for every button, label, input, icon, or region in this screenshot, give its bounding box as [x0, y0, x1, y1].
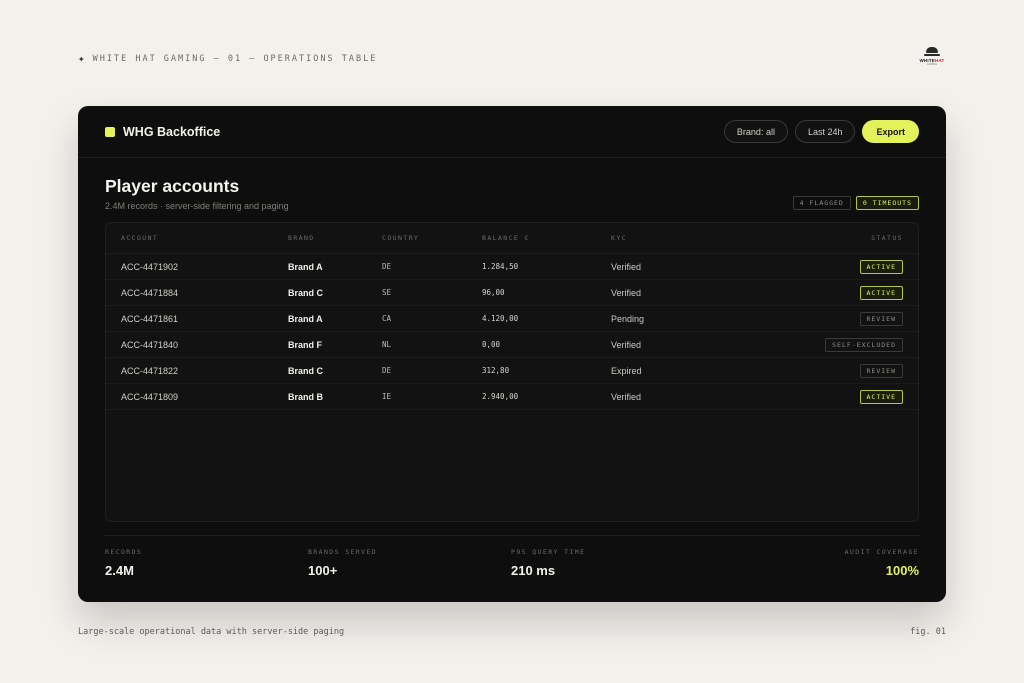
status-badge: ACTIVE	[859, 285, 903, 300]
export-button[interactable]: Export	[862, 120, 919, 143]
kyc-cell: Pending	[611, 313, 645, 324]
top-bar: WHG Backoffice Brand: all Last 24h Expor…	[78, 106, 946, 158]
column-header-status[interactable]: STATUS	[753, 234, 903, 242]
alert-badges: 4 FLAGGED 0 TIMEOUTS	[792, 196, 919, 210]
account-id: ACC-4471822	[121, 365, 179, 376]
brand-square-icon	[105, 126, 115, 137]
balance-cell: 96,00	[482, 288, 505, 297]
backoffice-window: WHG Backoffice Brand: all Last 24h Expor…	[78, 106, 946, 602]
page-title: Player accounts	[105, 176, 240, 196]
column-header-account[interactable]: ACCOUNT	[121, 234, 288, 242]
kyc-cell: Expired	[611, 365, 642, 376]
bottom-caption: Large-scale operational data with server…	[78, 627, 345, 637]
account-id: ACC-4471902	[121, 261, 179, 272]
country-cell: DE	[382, 262, 392, 271]
column-header-balance[interactable]: BALANCE €	[482, 234, 611, 242]
status-badge: ACTIVE	[859, 259, 903, 274]
brand-cell: Brand A	[288, 313, 323, 324]
kyc-cell: Verified	[611, 287, 642, 298]
table-row[interactable]: ACC-4471884 Brand C SE 96,00 Verified AC…	[106, 280, 918, 306]
top-caption-text: WHITE HAT GAMING — 01 — OPERATIONS TABLE	[92, 53, 378, 64]
table-header: ACCOUNT BRAND COUNTRY BALANCE € KYC STAT…	[106, 223, 918, 254]
table-row[interactable]: ACC-4471902 Brand A DE 1.284,50 Verified…	[106, 254, 918, 280]
kyc-cell: Verified	[611, 391, 642, 402]
app-title: WHG Backoffice	[123, 124, 221, 139]
stat-audit-coverage: AUDIT COVERAGE 100%	[844, 548, 919, 578]
status-badge: REVIEW	[859, 311, 903, 326]
sparkle-icon: ✦	[78, 52, 85, 65]
stat-records: RECORDS 2.4M	[105, 548, 143, 578]
country-cell: SE	[382, 288, 392, 297]
time-range-button[interactable]: Last 24h	[794, 120, 856, 143]
kyc-cell: Verified	[611, 339, 642, 350]
country-cell: DE	[382, 366, 392, 375]
account-id: ACC-4471861	[121, 313, 179, 324]
accounts-table: ACCOUNT BRAND COUNTRY BALANCE € KYC STAT…	[105, 222, 919, 522]
brand-cell: Brand F	[288, 339, 323, 350]
brand-cell: Brand A	[288, 261, 323, 272]
top-caption: ✦ WHITE HAT GAMING — 01 — OPERATIONS TAB…	[78, 52, 377, 65]
column-header-kyc[interactable]: KYC	[611, 234, 753, 242]
brand-filter-button[interactable]: Brand: all	[723, 120, 788, 143]
page-heading: Player accounts 2.4M records · server-si…	[105, 176, 289, 211]
hat-icon	[926, 47, 938, 53]
column-header-country[interactable]: COUNTRY	[382, 234, 482, 242]
flagged-badge[interactable]: 4 FLAGGED	[792, 196, 851, 210]
balance-cell: 1.284,50	[482, 262, 519, 271]
account-id: ACC-4471884	[121, 287, 179, 298]
page-subtitle: 2.4M records · server-side filtering and…	[105, 201, 289, 211]
status-badge: SELF-EXCLUDED	[825, 337, 903, 352]
figure-label: fig. 01	[910, 627, 946, 637]
balance-cell: 2.940,00	[482, 392, 519, 401]
table-row[interactable]: ACC-4471861 Brand A CA 4.120,00 Pending …	[106, 306, 918, 332]
white-hat-logo: WHITEHAT GAMING	[916, 46, 948, 68]
brand-cell: Brand C	[288, 287, 324, 298]
brand-cell: Brand B	[288, 391, 324, 402]
table-row[interactable]: ACC-4471809 Brand B IE 2.940,00 Verified…	[106, 384, 918, 410]
account-id: ACC-4471840	[121, 339, 179, 350]
column-header-brand[interactable]: BRAND	[288, 234, 382, 242]
account-id: ACC-4471809	[121, 391, 179, 402]
table-row[interactable]: ACC-4471822 Brand C DE 312,80 Expired RE…	[106, 358, 918, 384]
table-row[interactable]: ACC-4471840 Brand F NL 0,00 Verified SEL…	[106, 332, 918, 358]
status-badge: REVIEW	[859, 363, 903, 378]
stat-brands-served: BRANDS SERVED 100+	[308, 548, 378, 578]
summary-stats: RECORDS 2.4M BRANDS SERVED 100+ P95 QUER…	[105, 535, 919, 585]
balance-cell: 312,80	[482, 366, 510, 375]
balance-cell: 0,00	[482, 340, 501, 349]
stat-p95-query-time: P95 QUERY TIME 210 ms	[511, 548, 586, 578]
brand-cell: Brand C	[288, 365, 324, 376]
country-cell: NL	[382, 340, 392, 349]
timeouts-badge[interactable]: 0 TIMEOUTS	[855, 196, 919, 210]
kyc-cell: Verified	[611, 261, 642, 272]
country-cell: IE	[382, 392, 392, 401]
status-badge: ACTIVE	[859, 389, 903, 404]
country-cell: CA	[382, 314, 392, 323]
balance-cell: 4.120,00	[482, 314, 519, 323]
